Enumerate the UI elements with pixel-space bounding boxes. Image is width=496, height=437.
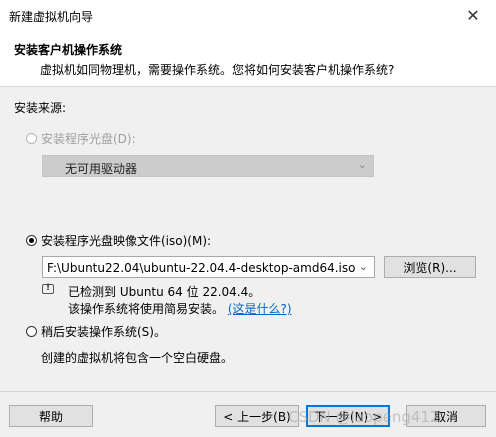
easy-install-text: 该操作系统将使用简易安装。 (这是什么?) <box>68 300 292 317</box>
help-button[interactable]: 帮助 <box>9 405 93 427</box>
iso-option-label: 安装程序光盘映像文件(iso)(M): <box>41 234 212 248</box>
page-subtitle: 虚拟机如同物理机，需要操作系统。您将如何安装客户机操作系统? <box>40 63 395 77</box>
drive-select[interactable]: 无可用驱动器 ⌄ <box>42 155 374 177</box>
chevron-down-icon: ⌄ <box>357 158 367 171</box>
drive-select-value: 无可用驱动器 <box>65 162 138 176</box>
footer-divider <box>0 391 496 392</box>
detected-os-text: 已检测到 Ubuntu 64 位 22.04.4。 <box>68 285 261 299</box>
browse-button[interactable]: 浏览(R)... <box>384 256 476 278</box>
page-title: 安装客户机操作系统 <box>14 43 123 57</box>
back-button[interactable]: < 上一步(B) <box>215 405 299 427</box>
window-title: 新建虚拟机向导 <box>9 10 94 24</box>
easy-install-label: 该操作系统将使用简易安装。 <box>68 302 225 316</box>
watermark-text: CSDN @laopeng412 <box>288 408 440 426</box>
later-option-label: 稍后安装操作系统(S)。 <box>41 325 166 339</box>
chevron-down-icon[interactable]: ⌄ <box>359 260 368 273</box>
iso-radio[interactable] <box>26 235 37 246</box>
close-icon[interactable]: ✕ <box>450 0 496 30</box>
wizard-header: 安装客户机操作系统 虚拟机如同物理机，需要操作系统。您将如何安装客户机操作系统? <box>0 30 496 87</box>
disc-radio[interactable] <box>26 133 37 144</box>
title-bar: 新建虚拟机向导 ✕ <box>0 0 496 30</box>
install-source-label: 安装来源: <box>14 101 67 115</box>
whats-this-link[interactable]: (这是什么?) <box>228 302 292 316</box>
info-icon <box>42 283 54 294</box>
iso-path-value: F:\Ubuntu22.04\ubuntu-22.04.4-desktop-am… <box>47 261 356 275</box>
disc-option-label: 安装程序光盘(D): <box>41 132 136 146</box>
later-option-description: 创建的虚拟机将包含一个空白硬盘。 <box>41 351 234 365</box>
iso-path-input[interactable]: F:\Ubuntu22.04\ubuntu-22.04.4-desktop-am… <box>42 256 375 278</box>
later-radio[interactable] <box>26 326 37 337</box>
